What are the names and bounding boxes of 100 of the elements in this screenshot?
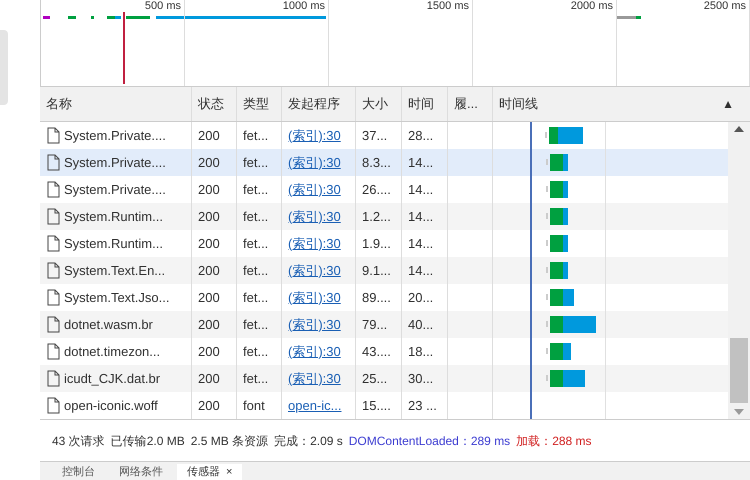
drawer-tab[interactable]: 网络条件 [109,464,173,480]
table-cell-text: 26.... [362,180,391,199]
file-icon [47,262,60,279]
table-cell-text: 1.2... [362,208,391,226]
initiator-link[interactable]: (索引):30 [288,180,341,200]
file-icon [47,208,60,225]
table-cell-text: fet... [243,126,268,145]
column-header[interactable]: 时间 [402,87,448,121]
table-cell-text: 40... [408,316,434,334]
time-tick-label: 500 ms [144,0,181,12]
table-cell-text: 14... [408,154,434,172]
initiator-link[interactable]: (索引):30 [288,288,341,308]
scrollbar-thumb[interactable] [730,338,748,403]
column-header[interactable]: 发起程序 [282,87,356,121]
initiator-link[interactable]: (索引):30 [288,152,341,172]
table-cell-text: System.Text.Jso... [64,288,170,307]
table-cell-text: 20... [408,288,434,307]
column-header[interactable]: 名称 [40,87,192,121]
time-tick-label: 2000 ms [570,0,613,12]
table-cell-text: System.Private.... [64,180,166,199]
table-cell-text: dotnet.timezon... [64,342,160,361]
table-cell-text: fet... [243,154,268,172]
initiator-link[interactable]: (索引):30 [288,234,341,254]
initiator-link[interactable]: (索引):30 [288,126,341,146]
scrollbar[interactable] [728,122,750,419]
table-cell-text: 200 [198,154,220,172]
column-header[interactable]: 时间线 ▲ [493,87,750,121]
time-tick-label: 1500 ms [426,0,469,12]
file-icon [47,127,60,144]
table-cell-text: System.Runtim... [64,234,163,253]
file-icon [47,370,60,387]
table-cell-text: fet... [243,180,268,199]
request-row[interactable]: System.Private.... 200 fet... (索引):30 8.3... 14... [40,149,728,176]
scroll-up-icon[interactable] [734,126,744,132]
request-row[interactable]: dotnet.wasm.br 200 fet... (索引):30 79... 40... [40,311,728,338]
initiator-link[interactable]: (索引):30 [288,206,341,226]
column-header[interactable]: 状态 [192,87,237,121]
file-icon [47,154,60,171]
table-cell-text: System.Runtim... [64,208,163,226]
table-cell-text: fet... [243,234,268,253]
column-header[interactable]: 履... [448,87,493,121]
initiator-link[interactable]: (索引):30 [288,368,341,388]
table-cell-text: 23 ... [408,396,437,415]
table-cell-text: icudt_CJK.dat.br [64,370,160,388]
table-cell-text: System.Text.En... [64,262,166,280]
file-icon [47,316,60,333]
table-cell-text: 79... [362,316,388,334]
status-text: 已传输2.0 MB [110,432,185,450]
table-cell-text: System.Private.... [64,154,166,172]
table-cell-text: fet... [243,370,268,388]
table-cell-text: fet... [243,342,268,361]
timing-bar [546,289,575,306]
table-cell-text: 14... [408,180,434,199]
table-cell-text: fet... [243,208,268,226]
scroll-down-icon[interactable] [734,409,744,415]
table-cell-text: 9.1... [362,262,391,280]
initiator-link[interactable]: (索引):30 [288,314,341,334]
status-text: DOMContentLoaded：289 ms [348,432,510,450]
close-icon[interactable]: × [226,464,232,480]
request-row[interactable]: System.Runtim... 200 fet... (索引):30 1.2... 14... [40,203,728,230]
table-cell-text: 1.9... [362,234,391,253]
table-cell-text: 200 [198,316,220,334]
table-cell-text: 14... [408,208,434,226]
file-icon [47,289,60,306]
request-row[interactable]: icudt_CJK.dat.br 200 fet... (索引):30 25... 30... [40,365,728,392]
status-text: 完成：2.09 s [274,432,343,450]
timing-bar [546,235,569,252]
table-cell-text: 18... [408,342,434,361]
status-text: 2.5 MB 条资源 [190,432,268,450]
table-cell-text: 43.... [362,342,391,361]
table-cell-text: 37... [362,126,388,145]
table-cell-text: 200 [198,208,220,226]
column-header[interactable]: 类型 [237,87,282,121]
timing-bar [546,316,597,333]
table-cell-text: 15.... [362,396,391,415]
table-cell-text: System.Private.... [64,126,166,145]
initiator-link[interactable]: open-ic... [288,396,342,416]
drawer-tab[interactable]: 传感器 × [177,464,242,480]
status-text: 加载：288 ms [516,432,592,450]
table-cell-text: 200 [198,396,220,415]
file-icon [47,343,60,360]
request-row[interactable]: System.Text.En... 200 fet... (索引):30 9.1... 14... [40,257,728,284]
initiator-link[interactable]: (索引):30 [288,342,341,362]
status-text: 43 次请求 [52,432,105,450]
time-tick-label: 1000 ms [282,0,325,12]
timing-bar [546,181,569,198]
table-cell-text: font [243,396,265,415]
table-cell-text: 200 [198,262,220,280]
table-cell-text: 25... [362,370,388,388]
table-cell-text: 200 [198,180,220,199]
initiator-link[interactable]: (索引):30 [288,260,341,280]
timing-bar [546,154,569,171]
timing-bar [546,262,569,279]
timing-bar [545,127,584,144]
table-cell-text: fet... [243,316,268,334]
column-header[interactable]: 大小 [356,87,402,121]
timing-bar [546,208,569,225]
drawer-tab[interactable]: 控制台 [52,464,105,480]
file-icon [47,235,60,252]
time-tick-label: 2500 ms [704,0,746,12]
